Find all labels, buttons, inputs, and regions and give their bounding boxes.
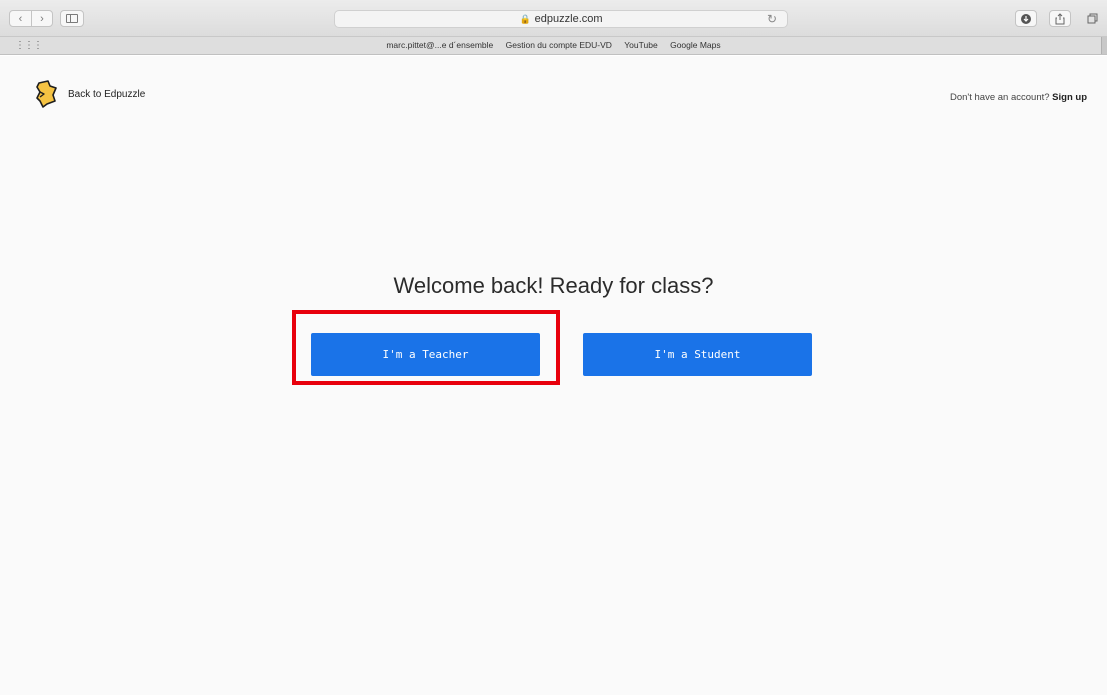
edpuzzle-logo-icon (36, 80, 57, 108)
favorite-link[interactable]: Google Maps (670, 40, 721, 50)
page-content: Back to Edpuzzle Don't have an account? … (0, 56, 1107, 695)
signup-link[interactable]: Sign up (1052, 92, 1087, 103)
favorites-overflow[interactable] (1101, 37, 1107, 54)
signup-prompt: Don't have an account? (950, 92, 1050, 103)
favorites-bar: ⋮⋮⋮ marc.pittet@...e d´ensemble Gestion … (0, 37, 1107, 55)
highlight-box (292, 310, 560, 385)
sidebar-icon[interactable] (60, 10, 84, 27)
tabs-icon[interactable] (1081, 10, 1103, 27)
student-button[interactable]: I'm a Student (583, 333, 812, 376)
nav-buttons: ‹ › (9, 10, 53, 27)
favorite-link[interactable]: YouTube (624, 40, 657, 50)
download-icon[interactable] (1015, 10, 1037, 27)
signup-prompt-row: Don't have an account? Sign up (950, 92, 1087, 103)
page-title: Welcome back! Ready for class? (393, 273, 714, 298)
back-icon[interactable]: ‹ (10, 11, 31, 26)
back-to-edpuzzle-link[interactable]: Back to Edpuzzle (35, 80, 145, 108)
favorite-link[interactable]: marc.pittet@...e d´ensemble (386, 40, 493, 50)
favorite-link[interactable]: Gestion du compte EDU-VD (506, 40, 612, 50)
share-icon[interactable] (1049, 10, 1071, 27)
reload-icon[interactable]: ↻ (767, 12, 777, 26)
url-text: edpuzzle.com (534, 13, 603, 25)
lock-icon: 🔒 (519, 13, 531, 24)
back-label: Back to Edpuzzle (68, 88, 146, 100)
browser-toolbar: ‹ › 🔒 edpuzzle.com ↻ (0, 0, 1107, 37)
address-bar[interactable]: 🔒 edpuzzle.com ↻ (334, 10, 788, 28)
forward-icon[interactable]: › (31, 11, 52, 26)
